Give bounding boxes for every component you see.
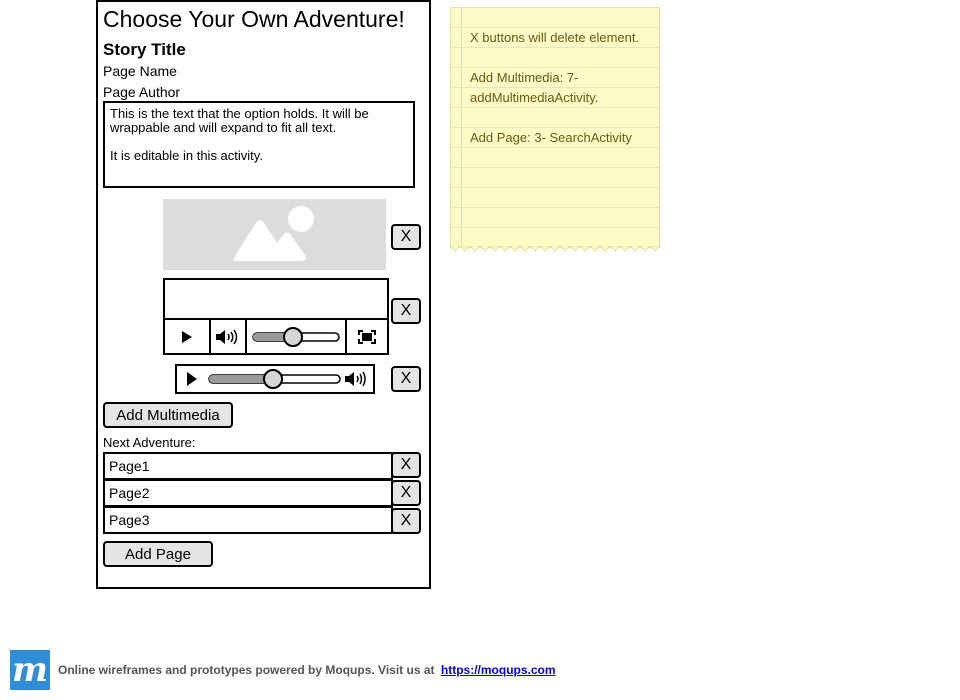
note-torn-edge (450, 246, 660, 252)
fullscreen-icon (358, 329, 376, 344)
add-multimedia-button[interactable]: Add Multimedia (103, 402, 233, 428)
footer-caption: Online wireframes and prototypes powered… (58, 663, 435, 677)
footer-text: Online wireframes and prototypes powered… (58, 663, 556, 677)
play-icon (187, 372, 197, 386)
note-line-2: Add Multimedia: 7- addMultimediaActivity… (470, 70, 599, 105)
note-line-1: X buttons will delete element. (470, 30, 640, 45)
play-icon (182, 330, 192, 343)
next-page-field-3[interactable]: Page3 (103, 506, 393, 534)
image-placeholder (163, 199, 386, 270)
image-placeholder-icon (233, 206, 314, 261)
app-frame: Choose Your Own Adventure! Story Title P… (96, 0, 431, 589)
add-page-button[interactable]: Add Page (103, 541, 213, 567)
video-play-button[interactable] (165, 320, 211, 353)
next-page-field-2[interactable]: Page2 (103, 479, 393, 507)
next-page-field-1[interactable]: Page1 (103, 452, 393, 480)
next-adventure-label: Next Adventure: (103, 435, 196, 450)
option-text-paragraph-1: This is the text that the option holds. … (110, 106, 369, 135)
option-text-area[interactable]: This is the text that the option holds. … (103, 101, 415, 188)
moqups-link[interactable]: https://moqups.com (441, 663, 556, 677)
audio-player[interactable] (175, 364, 375, 394)
video-controls (165, 318, 387, 353)
video-player[interactable] (163, 278, 389, 355)
delete-page1-button[interactable]: X (391, 452, 421, 478)
video-seek-slider[interactable] (247, 320, 347, 353)
page-author: Page Author (103, 84, 181, 100)
moqups-logo: m (10, 650, 50, 690)
page-name: Page Name (103, 63, 177, 79)
delete-page2-button[interactable]: X (391, 480, 421, 506)
note-line-3: Add Page: 3- SearchActivity (470, 130, 632, 145)
moqups-footer: m Online wireframes and prototypes power… (10, 650, 556, 690)
video-fullscreen-button[interactable] (347, 320, 387, 353)
delete-image-button[interactable]: X (391, 224, 421, 250)
delete-audio-button[interactable]: X (391, 366, 421, 392)
delete-video-button[interactable]: X (391, 298, 421, 324)
video-volume-button[interactable] (211, 320, 247, 353)
story-title: Story Title (103, 40, 186, 59)
volume-icon (345, 371, 366, 387)
option-text-paragraph-2: It is editable in this activity. (110, 148, 263, 163)
delete-page3-button[interactable]: X (391, 508, 421, 534)
volume-icon (216, 329, 238, 344)
sticky-note: X buttons will delete element. Add Multi… (450, 7, 660, 252)
app-title: Choose Your Own Adventure! (103, 6, 405, 32)
